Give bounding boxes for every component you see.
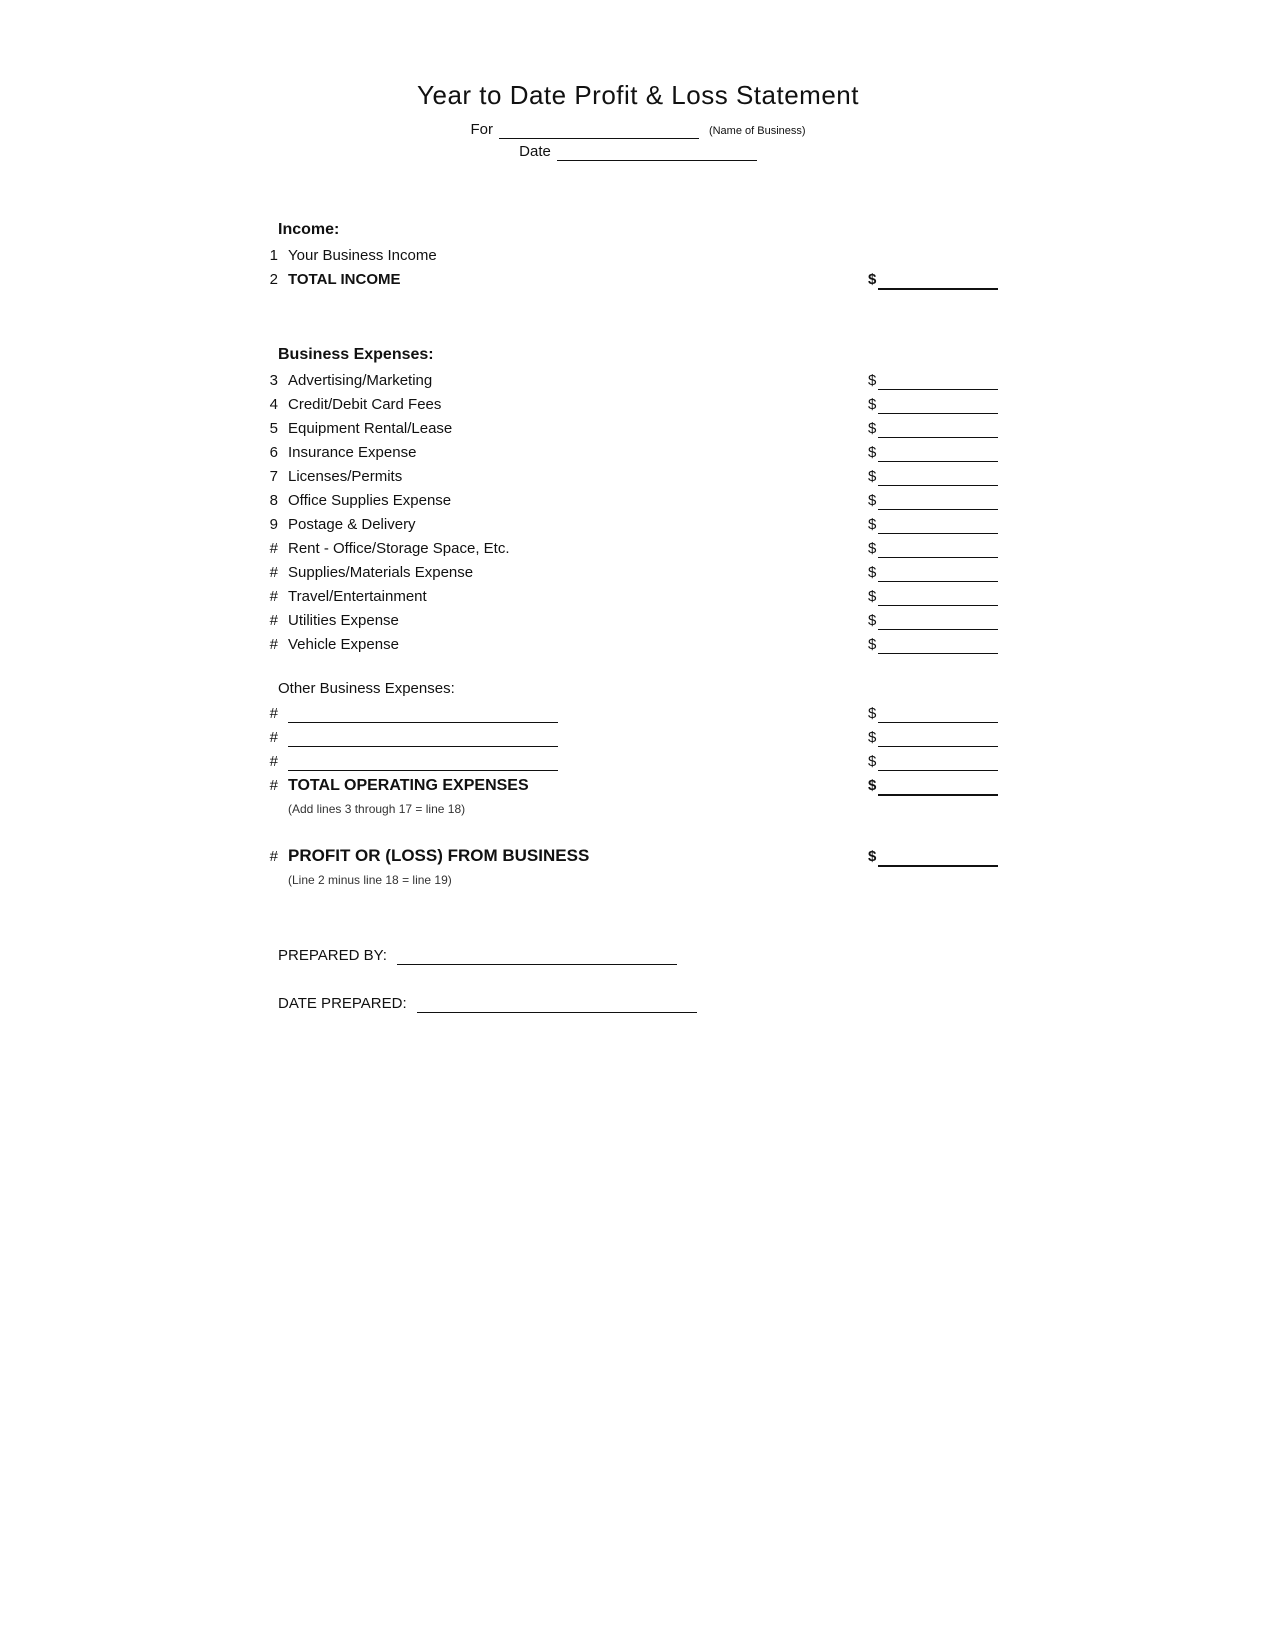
expense-row-hash-1: # Rent - Office/Storage Space, Etc. $ [248, 540, 1028, 558]
expense-4-input[interactable] [878, 396, 998, 414]
expense-8-input[interactable] [878, 492, 998, 510]
date-line: Date [248, 143, 1028, 161]
profit-loss-dollar: $ [868, 848, 876, 865]
expense-9-input[interactable] [878, 516, 998, 534]
other-label-1-input[interactable] [288, 705, 558, 723]
business-name-input[interactable] [499, 121, 699, 139]
row-label-4: Credit/Debit Card Fees [288, 396, 868, 413]
expense-row-hash-5: # Vehicle Expense $ [248, 636, 1028, 654]
expense-hash5-input[interactable] [878, 636, 998, 654]
row-label-1: Your Business Income [288, 247, 708, 264]
profit-loss-label: PROFIT OR (LOSS) FROM BUSINESS [288, 846, 708, 866]
other-amount-3-input[interactable] [878, 753, 998, 771]
expense-hash1-input[interactable] [878, 540, 998, 558]
other-expenses-heading: Other Business Expenses: [278, 680, 1028, 697]
row-label-hash-4: Utilities Expense [288, 612, 868, 629]
row-label-9: Postage & Delivery [288, 516, 868, 533]
row-label-6: Insurance Expense [288, 444, 868, 461]
expense-row-7: 7 Licenses/Permits $ [248, 468, 1028, 486]
expense-row-hash-3: # Travel/Entertainment $ [248, 588, 1028, 606]
other-row-1: # $ [248, 705, 1028, 723]
date-prepared-input[interactable] [417, 995, 697, 1013]
profit-loss-input[interactable] [878, 848, 998, 867]
row-label-8: Office Supplies Expense [288, 492, 868, 509]
other-row-3: # $ [248, 753, 1028, 771]
row-label-7: Licenses/Permits [288, 468, 868, 485]
total-operating-label: TOTAL OPERATING EXPENSES [288, 777, 708, 795]
row-num-3: 3 [248, 372, 288, 389]
name-of-business-label: (Name of Business) [709, 125, 806, 137]
other-label-2-input[interactable] [288, 729, 558, 747]
expense-row-8: 8 Office Supplies Expense $ [248, 492, 1028, 510]
expense-row-5: 5 Equipment Rental/Lease $ [248, 420, 1028, 438]
prepared-by-label: PREPARED BY: [278, 947, 387, 964]
prepared-section: PREPARED BY: DATE PREPARED: [278, 947, 1028, 1013]
row-label-hash-3: Travel/Entertainment [288, 588, 868, 605]
date-prepared-row: DATE PREPARED: [278, 995, 1028, 1013]
other-amount-2-input[interactable] [878, 729, 998, 747]
income-row-2: 2 TOTAL INCOME $ [248, 271, 1028, 290]
row-num-1: 1 [248, 247, 288, 264]
expense-hash4-input[interactable] [878, 612, 998, 630]
income-heading: Income: [278, 221, 1028, 239]
dollar-sign-2: $ [868, 271, 876, 288]
prepared-by-row: PREPARED BY: [278, 947, 1028, 965]
expense-hash2-input[interactable] [878, 564, 998, 582]
page-title: Year to Date Profit & Loss Statement [248, 80, 1028, 111]
for-label: For [470, 121, 493, 138]
total-operating-note: (Add lines 3 through 17 = line 18) [288, 802, 1028, 816]
total-operating-input[interactable] [878, 777, 998, 796]
expense-5-input[interactable] [878, 420, 998, 438]
row-num-2: 2 [248, 271, 288, 288]
expense-row-6: 6 Insurance Expense $ [248, 444, 1028, 462]
profit-loss-row: # PROFIT OR (LOSS) FROM BUSINESS $ $ [248, 846, 1028, 867]
other-row-2: # $ [248, 729, 1028, 747]
expense-row-hash-2: # Supplies/Materials Expense $ [248, 564, 1028, 582]
for-line: For (Name of Business) [248, 121, 1028, 139]
date-input[interactable] [557, 143, 757, 161]
row-label-5: Equipment Rental/Lease [288, 420, 868, 437]
row-label-2: TOTAL INCOME [288, 271, 708, 288]
date-prepared-label: DATE PREPARED: [278, 995, 407, 1012]
expense-row-9: 9 Postage & Delivery $ [248, 516, 1028, 534]
profit-loss-note: (Line 2 minus line 18 = line 19) [288, 873, 1028, 887]
page: Year to Date Profit & Loss Statement For… [188, 0, 1088, 1123]
other-amount-1-input[interactable] [878, 705, 998, 723]
total-operating-row: # TOTAL OPERATING EXPENSES $ $ [248, 777, 1028, 796]
income-row-1: 1 Your Business Income [248, 247, 1028, 265]
date-label: Date [519, 143, 551, 160]
expense-hash3-input[interactable] [878, 588, 998, 606]
expense-row-4: 4 Credit/Debit Card Fees $ [248, 396, 1028, 414]
business-expenses-heading: Business Expenses: [278, 346, 1028, 364]
other-label-3-input[interactable] [288, 753, 558, 771]
expense-row-hash-4: # Utilities Expense $ [248, 612, 1028, 630]
row-label-hash-2: Supplies/Materials Expense [288, 564, 868, 581]
expense-7-input[interactable] [878, 468, 998, 486]
row-label-3: Advertising/Marketing [288, 372, 868, 389]
expense-row-3: 3 Advertising/Marketing $ [248, 372, 1028, 390]
row-label-hash-1: Rent - Office/Storage Space, Etc. [288, 540, 868, 557]
total-income-input[interactable] [878, 271, 998, 290]
total-operating-dollar: $ [868, 777, 876, 794]
prepared-by-input[interactable] [397, 947, 677, 965]
row-label-hash-5: Vehicle Expense [288, 636, 868, 653]
expense-6-input[interactable] [878, 444, 998, 462]
expense-3-input[interactable] [878, 372, 998, 390]
